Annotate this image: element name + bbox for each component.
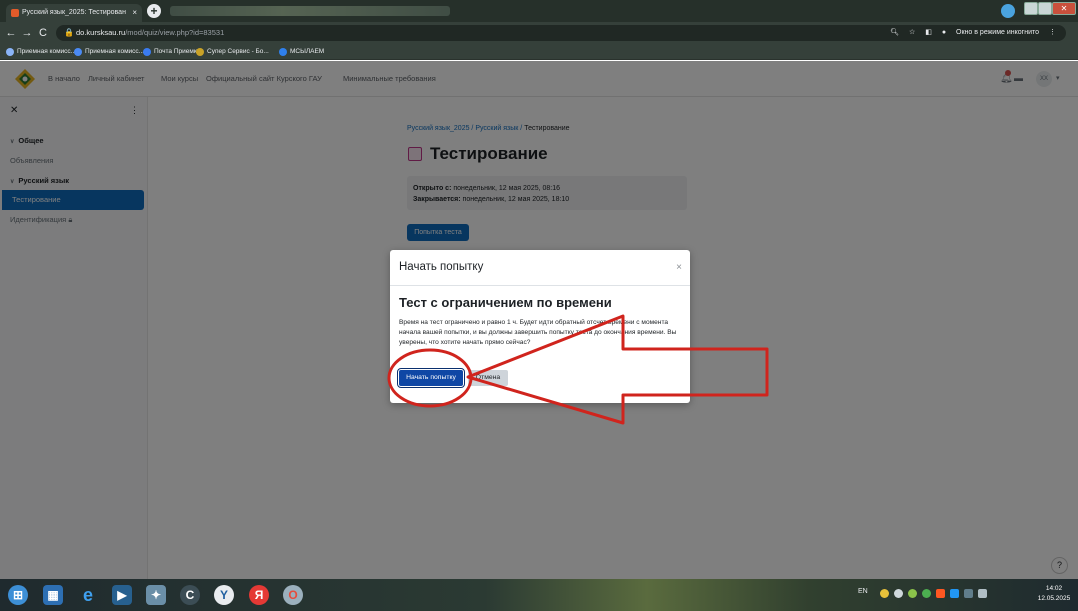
internet-explorer-icon[interactable]: e	[78, 585, 98, 605]
lock-icon: 🔒	[64, 28, 74, 37]
star-icon[interactable]: ☆	[909, 29, 915, 36]
globe-icon	[6, 48, 14, 56]
address-bar[interactable]: 🔒 do.kursksau.ru/mod/quiz/view.php?id=83…	[56, 25, 1066, 41]
close-window-button[interactable]: ✕	[1052, 2, 1076, 15]
bookmark-item[interactable]: Почта Приемка	[143, 46, 200, 58]
tray-icon[interactable]	[894, 589, 903, 598]
ccleaner-icon[interactable]: C	[180, 585, 200, 605]
start-button-icon[interactable]: ⊞	[8, 585, 28, 605]
cancel-button[interactable]: Отмена	[468, 370, 508, 386]
clock-time: 14:02	[1045, 585, 1063, 592]
modal-header: Начать попытку ×	[390, 250, 690, 286]
profile-icon[interactable]	[1001, 4, 1015, 18]
site-favicon-icon	[11, 9, 19, 17]
tray-icon[interactable]	[922, 589, 931, 598]
yandex-icon[interactable]: Y	[214, 585, 234, 605]
modal-heading: Тест с ограничением по времени	[399, 295, 612, 310]
start-attempt-modal: Начать попытку × Тест с ограничением по …	[390, 250, 690, 403]
url-text: do.kursksau.ru/mod/quiz/view.php?id=8353…	[76, 28, 225, 37]
maximize-button[interactable]	[1038, 2, 1052, 15]
tray-icon[interactable]	[936, 589, 945, 598]
tray-icon[interactable]	[950, 589, 959, 598]
new-tab-button[interactable]: +	[147, 4, 161, 18]
network-icon[interactable]	[964, 589, 973, 598]
minimize-button[interactable]	[1024, 2, 1038, 15]
incognito-label: Окно в режиме инкогнито	[956, 29, 1040, 36]
modal-title: Начать попытку	[399, 261, 484, 273]
tray-icon[interactable]	[908, 589, 917, 598]
app-icon[interactable]: ✦	[146, 585, 166, 605]
mail-icon	[143, 48, 151, 56]
folder-icon	[279, 48, 287, 56]
service-icon	[196, 48, 204, 56]
bookmark-item[interactable]: Приемная комисс...	[6, 46, 76, 58]
back-arrow-icon[interactable]: ←	[4, 26, 18, 40]
browser-menu-icon[interactable]: ⋮	[1049, 29, 1056, 36]
browser-tab[interactable]: Русский язык_2025: Тестирован ×	[6, 4, 142, 22]
blurred-tab-area	[170, 6, 450, 16]
media-player-icon[interactable]: ▶	[112, 585, 132, 605]
tab-search-icon[interactable]: ◧	[925, 29, 932, 36]
bookmark-item[interactable]: МСЫЛАЕМ	[279, 46, 324, 58]
desktop-icon[interactable]: ▦	[43, 585, 63, 605]
bookmarks-bar: Приемная комисс... Приемная комисс... По…	[0, 44, 1078, 60]
address-row: ← → C 🔒 do.kursksau.ru/mod/quiz/view.php…	[0, 22, 1078, 44]
close-tab-icon[interactable]: ×	[132, 4, 137, 22]
reload-icon[interactable]: C	[36, 26, 50, 40]
zoom-icon[interactable]: 🔍︎	[890, 29, 899, 36]
tray-icon[interactable]	[880, 589, 889, 598]
windows-taskbar: ⊞ ▦ e ▶ ✦ C Y Я O EN 14:02 12.05.2025	[0, 579, 1078, 611]
volume-icon[interactable]	[978, 589, 987, 598]
forward-arrow-icon[interactable]: →	[20, 26, 34, 40]
language-indicator[interactable]: EN	[858, 588, 868, 595]
start-attempt-button[interactable]: Начать попытку	[397, 368, 465, 388]
opera-icon[interactable]: O	[283, 585, 303, 605]
bookmark-item[interactable]: Супер Сервис - Бо...	[196, 46, 269, 58]
taskbar-clock[interactable]: 14:02 12.05.2025	[1032, 584, 1076, 604]
close-icon[interactable]: ×	[676, 262, 682, 273]
globe-icon	[74, 48, 82, 56]
window-controls: ✕	[1024, 2, 1076, 15]
clock-date: 12.05.2025	[1037, 595, 1071, 602]
system-tray	[880, 589, 1000, 601]
incognito-icon: ●	[941, 29, 947, 36]
bookmark-item[interactable]: Приемная комисс...	[74, 46, 144, 58]
tab-title: Русский язык_2025: Тестирован	[22, 9, 126, 16]
browser-tab-bar: Русский язык_2025: Тестирован × + ✕	[0, 0, 1078, 22]
modal-body-text: Время на тест ограничено и равно 1 ч. Бу…	[399, 319, 677, 346]
omnibox-actions: 🔍︎ ☆ ◧ ● Окно в режиме инкогнито ⋮	[882, 25, 1056, 41]
yandex-browser-icon[interactable]: Я	[249, 585, 269, 605]
